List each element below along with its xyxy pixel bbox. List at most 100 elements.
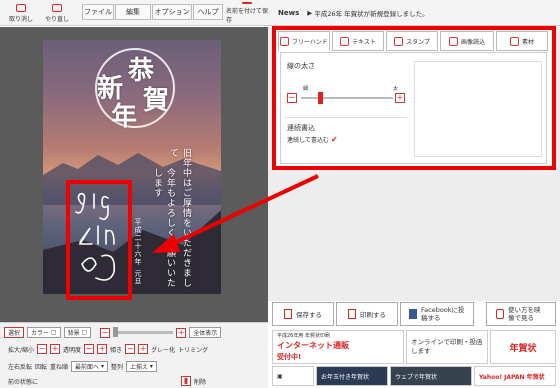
pen-icon bbox=[280, 36, 290, 46]
zoom-out-button[interactable]: − bbox=[100, 327, 111, 338]
delete-button[interactable]: 削除 bbox=[194, 377, 206, 386]
opacity-minus-button[interactable]: − bbox=[84, 344, 95, 354]
menu-help[interactable]: ヘルプ bbox=[193, 4, 223, 20]
pen-width-label: 線の太さ bbox=[287, 62, 315, 70]
menu-file[interactable]: ファイル bbox=[82, 4, 114, 20]
scale-label: 拡大/縮小 bbox=[8, 346, 35, 354]
pen-width-plus-button[interactable]: + bbox=[395, 93, 405, 103]
order-select[interactable]: 最前面へ ▾ bbox=[71, 361, 108, 372]
ad-small[interactable]: ▣ bbox=[272, 366, 314, 386]
ad-online-print[interactable]: オンラインで印刷・投函します bbox=[406, 330, 488, 364]
youtube-button[interactable]: 使い方を映像で見る bbox=[486, 302, 556, 326]
signature-drawing bbox=[75, 192, 116, 281]
check-icon: ✔ bbox=[330, 135, 338, 144]
date-text: 平成二十六年 元旦 bbox=[134, 218, 142, 286]
ad2-text: オンラインで印刷・投函します bbox=[411, 338, 483, 355]
top-toolbar: 取り消し やり直し ファイル 編集 オプション ヘルプ 名前を付けて保存 New… bbox=[0, 0, 560, 26]
ad-web-nengajo[interactable]: ウェブで年賀状 bbox=[390, 366, 472, 386]
tab-text-label: テキスト bbox=[352, 38, 376, 46]
fit-view-label: 全体表示 bbox=[193, 330, 218, 337]
background-picker[interactable]: 背景 ▢ bbox=[63, 327, 92, 338]
ad-yahoo[interactable]: Yahoo! JAPAN 年賀状 bbox=[474, 366, 556, 386]
save-as-button[interactable]: 名前を付けて保存 bbox=[226, 2, 268, 24]
fit-view-button[interactable]: 全体表示 bbox=[189, 327, 222, 338]
ad-nengajo[interactable]: 年賀状 bbox=[490, 330, 556, 364]
ad-small-icon: ▣ bbox=[277, 372, 283, 380]
continuous-label: 連続書込 bbox=[287, 124, 315, 132]
align-select[interactable]: 上揃え ▾ bbox=[126, 361, 157, 372]
zoom-slider[interactable] bbox=[113, 327, 174, 337]
document-icon bbox=[284, 309, 292, 319]
ad6-text: Yahoo! JAPAN 年賀状 bbox=[479, 373, 545, 381]
print-label: 印刷する bbox=[360, 311, 386, 319]
facebook-icon bbox=[409, 309, 417, 319]
trash-icon[interactable]: ▮ bbox=[181, 376, 192, 386]
print-button[interactable]: 印刷する bbox=[336, 302, 398, 326]
zoom-slider-thumb[interactable] bbox=[113, 327, 119, 337]
ad3-text: 年賀状 bbox=[509, 343, 537, 354]
edit-toolbar: 選択 カラー ▢ 背景 ▢ − + 全体表示 拡大/縮小 − + 透明度 − + 傾… bbox=[0, 322, 268, 388]
grayscale-button[interactable]: グレー化 bbox=[151, 345, 175, 354]
preview-box bbox=[414, 61, 542, 157]
thin-label: 細 bbox=[303, 86, 309, 92]
continuous-checkbox[interactable]: 連続して書込む ✔ bbox=[287, 135, 338, 144]
text-icon bbox=[340, 36, 350, 46]
print-icon bbox=[348, 309, 356, 319]
flip-button[interactable]: 左右反転 bbox=[8, 362, 32, 371]
news-bar: News ▶ 平成26年 年賀状が新規登録しました。 bbox=[278, 3, 558, 22]
color-picker[interactable]: カラー ▢ bbox=[27, 327, 61, 338]
zoom-in-button[interactable]: + bbox=[176, 327, 187, 338]
news-arrow-icon: ▶ bbox=[307, 8, 313, 17]
save-label: 保存する bbox=[296, 311, 322, 319]
material-icon bbox=[509, 36, 519, 46]
opacity-plus-button[interactable]: + bbox=[97, 344, 108, 354]
trimming-button[interactable]: トリミング bbox=[178, 345, 208, 354]
tab-material[interactable]: 素材 bbox=[496, 31, 548, 51]
tab-material-label: 素材 bbox=[521, 38, 534, 46]
ad4-text: お年玉付き年賀状 bbox=[321, 373, 370, 381]
tab-freehand[interactable]: フリーハンド bbox=[278, 31, 330, 51]
ad-otoshidama[interactable]: お年玉付き年賀状 bbox=[316, 366, 388, 386]
scale-minus-button[interactable]: − bbox=[37, 344, 48, 354]
select-label: 選択 bbox=[8, 330, 21, 337]
facebook-button[interactable]: Facebookに投稿する bbox=[400, 302, 474, 326]
save-icon bbox=[242, 2, 252, 4]
tab-text[interactable]: テキスト bbox=[332, 31, 384, 51]
thick-label: 太 bbox=[393, 86, 399, 92]
rotate-button[interactable]: 回転 bbox=[35, 362, 47, 371]
rotate-minus-button[interactable]: − bbox=[125, 344, 136, 354]
ad-internet-sales[interactable]: 平成26年用 年賀状印刷 インターネット通販 受付中! bbox=[272, 330, 404, 364]
rotate-label: 傾き bbox=[110, 346, 123, 354]
color-label: カラー bbox=[31, 330, 50, 337]
order-select-value: 最前面へ bbox=[75, 364, 100, 371]
menu-options[interactable]: オプション bbox=[152, 4, 192, 20]
tab-image-load[interactable]: 画像読込 bbox=[440, 31, 494, 51]
undo-button[interactable]: 取り消し bbox=[6, 2, 36, 24]
select-tool-button[interactable]: 選択 bbox=[4, 327, 25, 338]
menu-edit[interactable]: 編集 bbox=[115, 4, 151, 20]
pen-width-slider-thumb[interactable] bbox=[317, 92, 323, 104]
greeting-text-2: 今年もよろしくお願いいたします bbox=[152, 168, 175, 288]
rotate-plus-button[interactable]: + bbox=[138, 344, 149, 354]
play-icon bbox=[496, 309, 504, 319]
tab-stamp[interactable]: スタンプ bbox=[386, 31, 438, 51]
pen-width-slider[interactable] bbox=[301, 92, 393, 104]
facebook-label: Facebookに投稿する bbox=[421, 306, 465, 322]
save-button[interactable]: 保存する bbox=[272, 302, 334, 326]
scale-plus-button[interactable]: + bbox=[50, 344, 61, 354]
tab-stamp-label: スタンプ bbox=[406, 38, 430, 46]
ad5-text: ウェブで年賀状 bbox=[395, 373, 438, 381]
handwritten-signature bbox=[74, 190, 126, 290]
title-char-4: 賀 bbox=[143, 86, 170, 116]
redo-icon bbox=[52, 3, 62, 12]
tab-freehand-label: フリーハンド bbox=[292, 38, 328, 46]
ad1-title: インターネット通販 bbox=[277, 341, 349, 350]
news-text: 平成26年 年賀状が新規登録しました。 bbox=[314, 9, 429, 18]
pen-width-minus-button[interactable]: − bbox=[287, 93, 297, 103]
image-icon bbox=[448, 36, 458, 46]
tab-image-load-label: 画像読込 bbox=[460, 38, 485, 46]
redo-button[interactable]: やり直し bbox=[40, 2, 74, 24]
revert-button[interactable]: 前の状態に bbox=[8, 377, 38, 386]
ad1-sub: 平成26年用 年賀状印刷 bbox=[277, 333, 330, 339]
title-char-3: 年 bbox=[111, 102, 138, 132]
